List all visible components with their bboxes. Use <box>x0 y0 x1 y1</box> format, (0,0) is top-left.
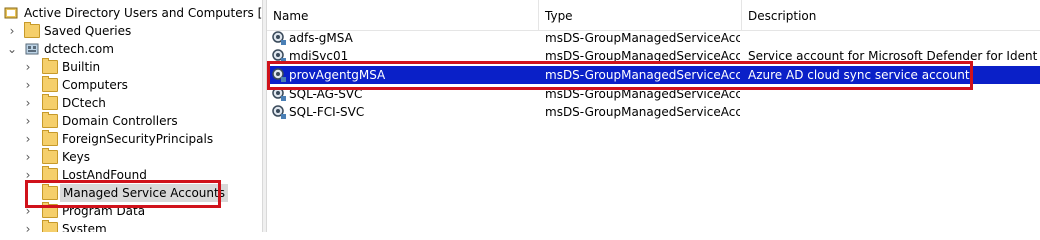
cell-type: msDS-GroupManagedServiceAcco... <box>545 68 740 82</box>
service-account-icon <box>272 87 286 101</box>
tree-item-label: ForeignSecurityPrincipals <box>62 132 214 146</box>
chevron-right-icon[interactable]: › <box>22 220 34 232</box>
folder-icon <box>42 220 58 232</box>
cell-type: msDS-GroupManagedServiceAcco... <box>545 31 740 45</box>
tree-item-domain[interactable]: ⌄ dctech.com <box>0 40 262 58</box>
column-header-name[interactable]: Name <box>267 0 539 30</box>
tree-item-label: Keys <box>62 150 91 164</box>
tree-item-label: dctech.com <box>44 42 114 56</box>
list-item[interactable]: SQL-FCI-SVC msDS-GroupManagedServiceAcco… <box>267 103 1040 121</box>
folder-icon <box>42 94 58 110</box>
list-item[interactable]: adfs-gMSA msDS-GroupManagedServiceAcco..… <box>267 29 1040 47</box>
chevron-right-icon[interactable]: › <box>22 76 34 94</box>
results-list[interactable]: Name Type Description adfs-gMSA msDS-Gro… <box>267 0 1040 232</box>
cell-type: msDS-GroupManagedServiceAcco... <box>545 49 740 63</box>
cell-name: SQL-AG-SVC <box>289 87 363 101</box>
chevron-right-icon[interactable]: › <box>22 166 34 184</box>
cell-description: Azure AD cloud sync service account <box>748 68 970 82</box>
console-tree[interactable]: Active Directory Users and Computers [dc… <box>0 0 262 232</box>
folder-icon <box>42 58 58 74</box>
chevron-down-icon[interactable]: ⌄ <box>6 40 18 58</box>
cell-name: adfs-gMSA <box>289 31 353 45</box>
tree-item-lost-and-found[interactable]: › LostAndFound <box>0 166 262 184</box>
tree-item-label: System <box>62 222 107 232</box>
tree-item-domain-controllers[interactable]: › Domain Controllers <box>0 112 262 130</box>
service-account-icon <box>272 105 286 119</box>
chevron-right-icon[interactable]: › <box>6 22 18 40</box>
tree-item-label: DCtech <box>62 96 106 110</box>
tree-item-label: Program Data <box>62 204 146 218</box>
tree-item-dctech[interactable]: › DCtech <box>0 94 262 112</box>
ad-users-computers-icon <box>4 7 18 19</box>
tree-item-foreign-security-principals[interactable]: › ForeignSecurityPrincipals <box>0 130 262 148</box>
cell-name: mdiSvc01 <box>289 49 349 63</box>
folder-icon <box>42 202 58 218</box>
list-item-selected[interactable]: provAgentgMSA msDS-GroupManagedServiceAc… <box>267 66 1040 84</box>
list-item[interactable]: mdiSvc01 msDS-GroupManagedServiceAcco...… <box>267 47 1040 65</box>
tree-item-label: LostAndFound <box>62 168 147 182</box>
tree-item-builtin[interactable]: › Builtin <box>0 58 262 76</box>
cell-type: msDS-GroupManagedServiceAcco... <box>545 87 740 101</box>
chevron-right-icon[interactable]: › <box>22 130 34 148</box>
tree-item-keys[interactable]: › Keys <box>0 148 262 166</box>
service-account-icon <box>272 49 286 63</box>
cell-description: Service account for Microsoft Defender f… <box>748 49 1038 63</box>
tree-root-label: Active Directory Users and Computers [dc… <box>24 6 262 20</box>
folder-icon <box>42 148 58 164</box>
chevron-right-icon[interactable]: › <box>22 58 34 76</box>
folder-icon <box>42 76 58 92</box>
chevron-right-icon[interactable]: › <box>22 94 34 112</box>
service-account-icon <box>272 68 286 82</box>
folder-icon <box>42 130 58 146</box>
column-header-type[interactable]: Type <box>539 0 742 30</box>
column-header-description[interactable]: Description <box>742 0 1040 30</box>
cell-name: SQL-FCI-SVC <box>289 105 365 119</box>
tree-root[interactable]: Active Directory Users and Computers [dc… <box>0 4 262 22</box>
tree-item-system[interactable]: › System <box>0 220 262 232</box>
tree-item-program-data[interactable]: › Program Data <box>0 202 262 220</box>
chevron-right-icon[interactable]: › <box>22 202 34 220</box>
list-item[interactable]: SQL-AG-SVC msDS-GroupManagedServiceAcco.… <box>267 85 1040 103</box>
column-header-bar: Name Type Description <box>267 0 1040 31</box>
chevron-right-icon[interactable]: › <box>22 112 34 130</box>
cell-name: provAgentgMSA <box>289 68 386 82</box>
service-account-icon <box>272 31 286 45</box>
tree-item-label: Builtin <box>62 60 101 74</box>
cell-type: msDS-GroupManagedServiceAcco... <box>545 105 740 119</box>
chevron-right-icon[interactable]: › <box>22 148 34 166</box>
tree-item-managed-service-accounts[interactable]: Managed Service Accounts <box>0 184 262 202</box>
tree-item-computers[interactable]: › Computers <box>0 76 262 94</box>
tree-item-label: Managed Service Accounts <box>60 184 228 202</box>
folder-icon <box>24 22 40 38</box>
domain-icon <box>25 43 39 55</box>
folder-icon <box>42 166 58 182</box>
folder-icon <box>42 184 58 200</box>
tree-item-saved-queries[interactable]: › Saved Queries <box>0 22 262 40</box>
tree-item-label: Computers <box>62 78 128 92</box>
tree-item-label: Saved Queries <box>44 24 132 38</box>
tree-item-label: Domain Controllers <box>62 114 178 128</box>
folder-icon <box>42 112 58 128</box>
